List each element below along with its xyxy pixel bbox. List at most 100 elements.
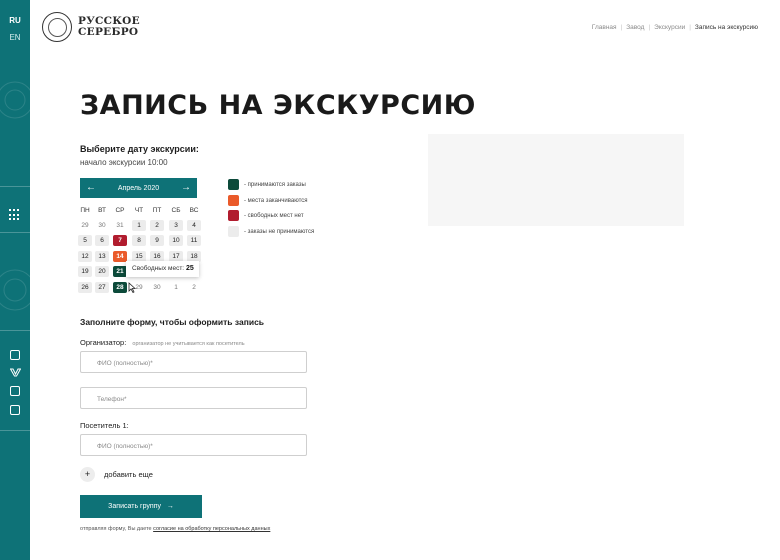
- legend-swatch: [228, 179, 239, 190]
- calendar-day[interactable]: 13: [95, 251, 109, 262]
- sidebar: RU EN: [0, 0, 30, 560]
- calendar-day[interactable]: 8: [132, 235, 146, 246]
- prev-month-button[interactable]: ←: [86, 183, 96, 193]
- legend-swatch: [228, 210, 239, 221]
- page-title: ЗАПИСЬ НА ЭКСКУРСИЮ: [80, 90, 476, 121]
- calendar-header: ← Апрель 2020 →: [80, 178, 197, 198]
- breadcrumb-current: Запись на экскурсию: [694, 24, 758, 31]
- calendar-day[interactable]: 20: [95, 266, 109, 277]
- calendar-day[interactable]: 26: [78, 282, 92, 293]
- next-month-button[interactable]: →: [181, 183, 191, 193]
- tooltip-value: 25: [185, 265, 194, 272]
- calendar-day[interactable]: 7: [113, 235, 127, 246]
- calendar-day[interactable]: 5: [78, 235, 92, 246]
- lang-ru-link[interactable]: RU: [0, 16, 30, 25]
- add-visitor-button[interactable]: + добавить еще: [80, 467, 153, 482]
- logo-emblem-icon: [42, 12, 72, 42]
- start-time-label: начало экскурсии 10:00: [80, 158, 168, 167]
- phone-input[interactable]: [81, 389, 306, 410]
- phone-field[interactable]: [80, 387, 307, 410]
- mouse-cursor-icon: [128, 282, 136, 293]
- lang-en-link[interactable]: EN: [0, 33, 30, 42]
- submit-label: Записать группу: [108, 503, 161, 510]
- legend-label: - свободных мест нет: [244, 212, 304, 219]
- organizer-hint: организатор не учитывается как посетител…: [132, 341, 245, 347]
- breadcrumb-home[interactable]: Главная: [592, 24, 617, 31]
- weekday-label: СБ: [171, 207, 181, 214]
- ornament-pattern: [0, 81, 30, 311]
- plus-icon: +: [80, 467, 95, 482]
- calendar-day[interactable]: 21: [113, 266, 127, 277]
- sidebar-divider: [0, 430, 30, 431]
- arrow-right-icon: →: [166, 503, 174, 510]
- legend-swatch: [228, 195, 239, 206]
- legend-item: - заказы не принимаются: [228, 226, 314, 237]
- organizer-name-input[interactable]: [81, 353, 306, 374]
- legend-item: - места заканчиваются: [228, 195, 308, 206]
- calendar-day[interactable]: 9: [150, 235, 164, 246]
- calendar-day[interactable]: 28: [113, 282, 127, 293]
- legend-label: - места заканчиваются: [244, 197, 308, 204]
- logo-text: РУССКОЕ СЕРЕБРО: [78, 15, 140, 38]
- form-title: Заполните форму, чтобы оформить запись: [80, 317, 265, 327]
- calendar-day[interactable]: 11: [187, 235, 201, 246]
- visitor-name-field[interactable]: [80, 434, 307, 457]
- calendar-day[interactable]: 4: [187, 220, 201, 231]
- breadcrumb: Главная | Завод | Экскурсии | Запись на …: [592, 24, 758, 31]
- calendar-day[interactable]: 1: [132, 220, 146, 231]
- sidebar-divider: [0, 232, 30, 233]
- facebook-icon[interactable]: [10, 386, 20, 396]
- calendar-month-label: Апрель 2020: [117, 184, 160, 192]
- calendar-day[interactable]: 3: [169, 220, 183, 231]
- youtube-icon[interactable]: [10, 405, 20, 415]
- breadcrumb-factory[interactable]: Завод: [626, 24, 644, 31]
- organizer-label-text: Организатор:: [80, 338, 127, 347]
- breadcrumb-separator: |: [648, 24, 651, 31]
- breadcrumb-separator: |: [689, 24, 691, 31]
- calendar-day: 30: [153, 284, 161, 291]
- calendar-day[interactable]: 10: [169, 235, 183, 246]
- sidebar-divider: [0, 186, 30, 187]
- weekday-label: ПН: [80, 207, 90, 214]
- choose-date-label: Выберите дату экскурсии:: [80, 144, 199, 154]
- calendar-day: 29: [81, 222, 89, 229]
- calendar-day: 31: [116, 222, 124, 229]
- calendar-day[interactable]: 6: [95, 235, 109, 246]
- calendar-day[interactable]: 27: [95, 282, 109, 293]
- consent-note: отправляя форму, Вы даете согласие на об…: [80, 526, 270, 532]
- legend-swatch: [228, 226, 239, 237]
- vk-icon[interactable]: [10, 368, 21, 378]
- calendar-day[interactable]: 2: [150, 220, 164, 231]
- organizer-name-field[interactable]: [80, 351, 307, 374]
- weekday-label: ПТ: [152, 207, 162, 214]
- breadcrumb-excursions[interactable]: Экскурсии: [654, 24, 685, 31]
- weekday-label: ЧТ: [134, 207, 144, 214]
- consent-link[interactable]: согласие на обработку персональных данны…: [153, 526, 270, 532]
- legend-label: - заказы не принимаются: [244, 228, 315, 235]
- info-panel: [428, 134, 684, 226]
- calendar-day[interactable]: 19: [78, 266, 92, 277]
- calendar-day[interactable]: 12: [78, 251, 92, 262]
- legend-item: - свободных мест нет: [228, 210, 304, 221]
- submit-group-button[interactable]: Записать группу →: [80, 495, 202, 518]
- instagram-icon[interactable]: [10, 350, 20, 360]
- weekday-label: ВС: [189, 207, 199, 214]
- calendar-day: 1: [174, 284, 178, 291]
- calendar-day: 30: [98, 222, 106, 229]
- visitor-name-input[interactable]: [81, 436, 306, 457]
- grid-menu-icon[interactable]: [9, 209, 21, 221]
- organizer-label: Организатор: организатор не учитывается …: [80, 338, 245, 347]
- visitor-label: Посетитель 1:: [80, 421, 129, 430]
- breadcrumb-separator: |: [620, 24, 623, 31]
- legend-label: - принимаются заказы: [244, 181, 306, 188]
- legend-item: - принимаются заказы: [228, 179, 306, 190]
- weekday-label: ВТ: [98, 207, 106, 214]
- calendar-day[interactable]: 14: [113, 251, 127, 262]
- tooltip-label: Свободных мест:: [132, 265, 185, 272]
- seats-tooltip: Свободных мест: 25: [126, 261, 199, 277]
- logo[interactable]: РУССКОЕ СЕРЕБРО: [42, 12, 140, 42]
- consent-note-prefix: отправляя форму, Вы даете: [80, 526, 152, 532]
- calendar-day: 2: [192, 284, 196, 291]
- sidebar-divider: [0, 330, 30, 331]
- weekday-label: СР: [115, 207, 125, 214]
